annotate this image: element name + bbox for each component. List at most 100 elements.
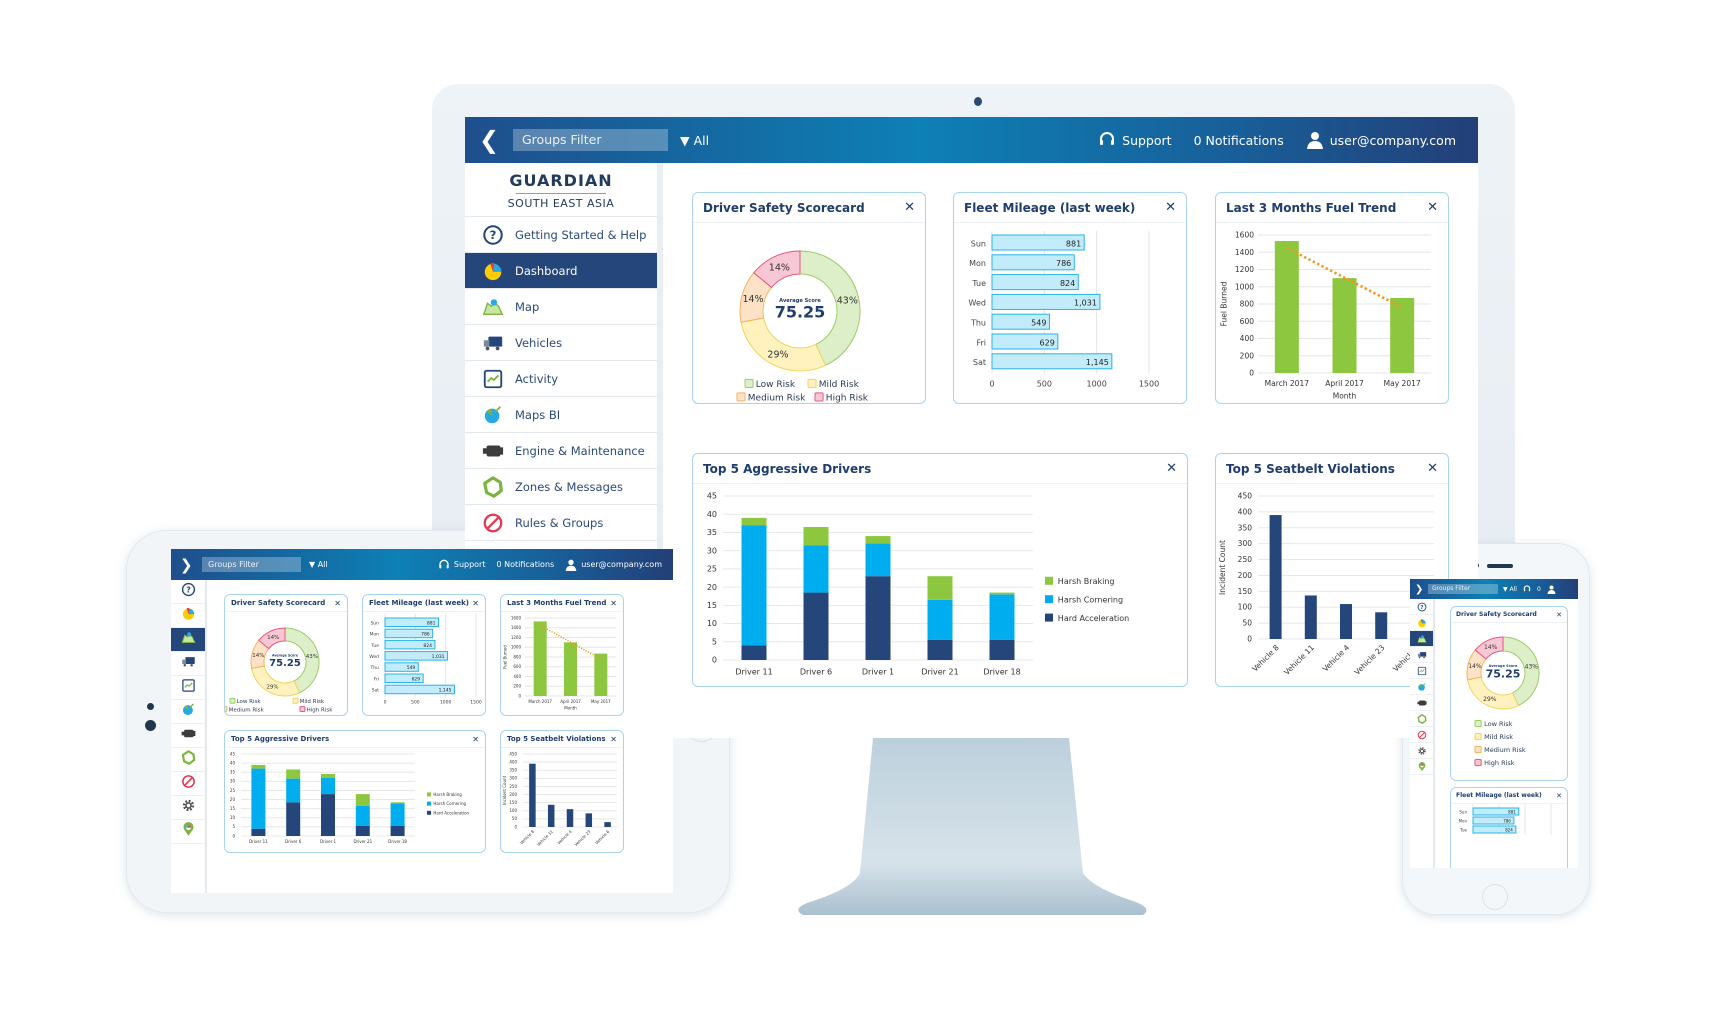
sidebar-icon-button[interactable] (171, 796, 205, 820)
user-email: user@company.com (581, 560, 662, 569)
close-icon[interactable]: ✕ (472, 599, 479, 608)
y-tick-label: 1000 (511, 645, 522, 650)
svg-text:?: ? (490, 228, 497, 242)
y-axis-label: Fuel Burned (503, 645, 508, 669)
bar-value-label: 824 (423, 643, 432, 649)
card-title: Last 3 Months Fuel Trend (507, 599, 607, 607)
user-menu[interactable]: user@company.com (1306, 131, 1456, 149)
slice-label: 14% (267, 635, 279, 641)
y-tick-label: 200 (1240, 351, 1255, 360)
user-menu[interactable]: user@company.com (565, 559, 662, 571)
y-tick-label: Wed (969, 299, 986, 308)
sidebar-icon-button[interactable] (171, 724, 205, 748)
sidebar-icon-button[interactable] (171, 700, 205, 724)
close-icon[interactable]: ✕ (1427, 200, 1438, 215)
sidebar-icon-button[interactable] (1410, 759, 1433, 775)
x-tick-label: April 2017 (560, 699, 581, 704)
drivers-stacked-chart: 0 5 10 15 20 25 30 35 40 45 Driver 11 Driver 6 Drive… (707, 492, 1129, 677)
sidebar-item-zones-messages[interactable]: Zones & Messages (465, 469, 657, 505)
close-icon[interactable]: ✕ (1556, 611, 1562, 619)
bar-segment-harsh-braking (286, 769, 301, 779)
support-link[interactable] (1523, 585, 1531, 593)
bar-segment-harsh-cornering (390, 803, 405, 826)
driver-safety-scorecard-card: Driver Safety Scorecard ✕ 43% 29% 14% 14% Ave… (1450, 606, 1568, 781)
groups-filter-input[interactable]: Groups Filter (513, 129, 668, 151)
chevron-left-icon[interactable]: ❮ (479, 126, 505, 154)
bar-value-label: 881 (427, 620, 436, 626)
y-tick-label: Sun (971, 239, 986, 248)
y-tick-label: Sat (372, 688, 380, 694)
sidebar-item-map[interactable]: Map (465, 289, 657, 325)
close-icon[interactable]: ✕ (1166, 461, 1177, 476)
close-icon[interactable]: ✕ (1427, 461, 1438, 476)
close-icon[interactable]: ✕ (1556, 792, 1562, 800)
fuel-bar (1332, 278, 1357, 373)
x-tick-label: May 2017 (591, 699, 611, 704)
x-tick-label: April 2017 (1325, 379, 1364, 388)
y-tick-label: Tue (971, 279, 986, 288)
phone-screen: ❯ Groups Filter ▼ All 0 ? Driver Safety … (1410, 579, 1578, 868)
driver-safety-scorecard-card: Driver Safety Scorecard ✕ 43% 29% 14% 14% Ave… (221, 594, 348, 716)
filter-dropdown[interactable]: ▼ All (309, 560, 328, 569)
sidebar-icon-button[interactable] (171, 628, 205, 652)
y-tick-label: 25 (230, 788, 236, 793)
close-icon[interactable]: ✕ (472, 735, 479, 744)
sidebar-icon-button[interactable] (171, 652, 205, 676)
y-tick-label: 10 (707, 619, 717, 628)
y-tick-label: 5 (232, 824, 235, 829)
user-menu[interactable] (1547, 585, 1556, 594)
seatbelt-bar (1375, 612, 1388, 639)
notifications-count[interactable]: 0 (1537, 586, 1541, 593)
sidebar-item-activity[interactable]: Activity (465, 361, 657, 397)
sidebar-icon-button[interactable] (171, 772, 205, 796)
y-tick-label: 100 (1238, 603, 1253, 612)
close-icon[interactable]: ✕ (610, 599, 617, 608)
filter-dropdown[interactable]: ▼ All (680, 133, 709, 148)
fuel-bar-chart: 0 200 400 600 800 1000 1200 1400 1600 March 2017 A… (1220, 231, 1431, 401)
sidebar-item-engine-maintenance[interactable]: Engine & Maintenance (465, 433, 657, 469)
x-tick-label: Driver 1 (862, 667, 894, 676)
bar-segment-harsh-cornering (865, 543, 891, 577)
x-tick-label: Driver 6 (285, 839, 302, 844)
sidebar-icon-button[interactable] (171, 604, 205, 628)
notifications-link[interactable]: 0 Notifications (1194, 133, 1284, 148)
donut-chart: 43% 29% 14% 14% Average Score75.25 Low Risk Mi… (221, 627, 333, 713)
sidebar-item-vehicles[interactable]: Vehicles (465, 325, 657, 361)
sidebar-icon-button[interactable] (171, 748, 205, 772)
no-entry-icon (481, 512, 505, 534)
y-tick-label: 450 (509, 751, 517, 756)
y-tick-label: 5 (712, 637, 717, 646)
bar-segment-harsh-braking (803, 526, 829, 546)
sidebar-item-rules-groups[interactable]: Rules & Groups (465, 505, 657, 541)
groups-filter-input[interactable]: Groups Filter (202, 557, 301, 572)
activity-icon (481, 368, 505, 390)
support-link[interactable]: Support (1098, 131, 1172, 149)
fleet-mileage-card: Fleet Mileage (last week) ✕ 0 500 1000 1500 S… (362, 594, 486, 716)
y-tick-label: 400 (513, 674, 521, 679)
sidebar-collapsed: ? (1410, 599, 1435, 868)
chevron-right-icon[interactable]: ❯ (1415, 584, 1425, 595)
x-tick-label: Driver 11 (735, 667, 772, 676)
notifications-link[interactable]: 0 Notifications (496, 560, 554, 569)
close-icon[interactable]: ✕ (904, 200, 915, 215)
sidebar-icon-button[interactable]: ? (171, 580, 205, 604)
legend-label: Harsh Braking (433, 792, 462, 797)
sidebar-icon-button[interactable] (171, 820, 205, 844)
x-tick-label: Vehicle 23 (1353, 643, 1387, 677)
filter-dropdown[interactable]: ▼ All (1503, 586, 1517, 593)
close-icon[interactable]: ✕ (1165, 200, 1176, 215)
sidebar-item-dashboard[interactable]: Dashboard (465, 253, 657, 289)
sidebar-collapsed: ? (171, 580, 207, 893)
x-tick-label: Driver 1 (320, 839, 337, 844)
sidebar-item-getting-started-help[interactable]: ? Getting Started & Help (465, 217, 657, 253)
close-icon[interactable]: ✕ (334, 599, 341, 608)
sidebar-item-maps-bi[interactable]: Maps BI (465, 397, 657, 433)
card-title: Fleet Mileage (last week) (1456, 792, 1542, 799)
card-title: Driver Safety Scorecard (703, 200, 865, 215)
card-title: Top 5 Aggressive Drivers (231, 735, 330, 743)
groups-filter-input[interactable]: Groups Filter (1428, 584, 1498, 594)
chevron-right-icon[interactable]: ❯ (180, 556, 196, 574)
support-link[interactable]: Support (438, 559, 485, 571)
sidebar-icon-button[interactable] (171, 676, 205, 700)
close-icon[interactable]: ✕ (610, 735, 617, 744)
